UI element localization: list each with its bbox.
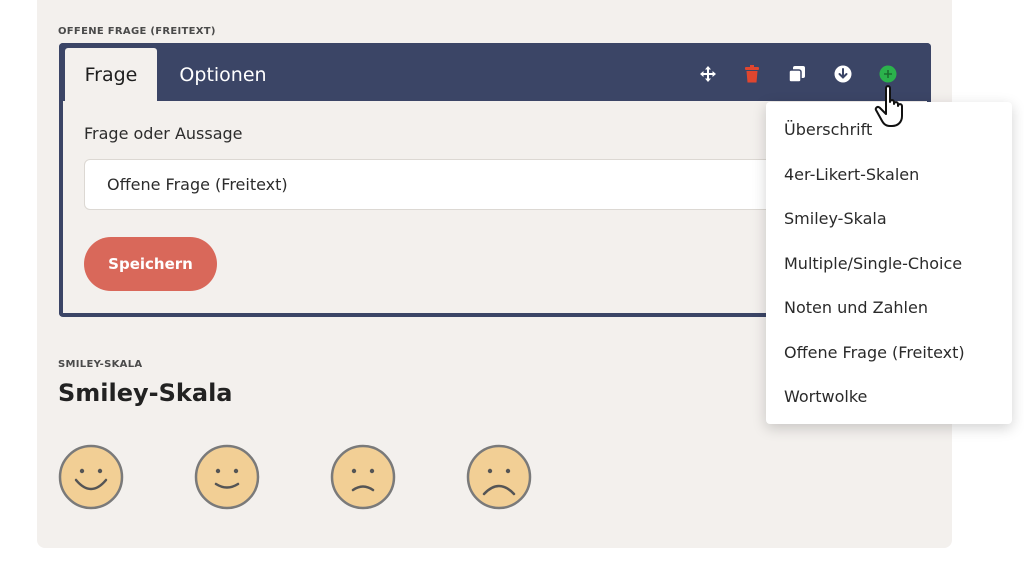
- save-button[interactable]: Speichern: [84, 237, 217, 291]
- tab-optionen[interactable]: Optionen: [163, 48, 283, 101]
- move-icon[interactable]: [699, 65, 717, 83]
- download-icon[interactable]: [834, 65, 852, 83]
- menu-item-noten[interactable]: Noten und Zahlen: [784, 298, 928, 317]
- menu-item-ueberschrift[interactable]: Überschrift: [784, 120, 872, 139]
- menu-item-smiley[interactable]: Smiley-Skala: [784, 209, 887, 228]
- menu-item-freitext[interactable]: Offene Frage (Freitext): [784, 343, 965, 362]
- very-happy-face-icon: [58, 444, 124, 510]
- question-field-label: Frage oder Aussage: [84, 124, 243, 143]
- sad-face-icon: [330, 444, 396, 510]
- question-type-label-smiley: SMILEY-SKALA: [58, 359, 143, 370]
- duplicate-icon[interactable]: [788, 65, 806, 83]
- add-question-menu: Überschrift 4er-Likert-Skalen Smiley-Ska…: [766, 102, 1012, 424]
- editor-toolbar: Frage Optionen: [59, 43, 931, 101]
- happy-face-icon: [194, 444, 260, 510]
- trash-icon[interactable]: [743, 65, 761, 83]
- question-title: Smiley-Skala: [58, 379, 233, 407]
- question-text-input[interactable]: Offene Frage (Freitext): [84, 159, 804, 210]
- hand-cursor-icon: [874, 85, 903, 127]
- menu-item-likert[interactable]: 4er-Likert-Skalen: [784, 165, 919, 184]
- very-sad-face-icon: [466, 444, 532, 510]
- add-icon[interactable]: [879, 65, 897, 83]
- tab-frage[interactable]: Frage: [65, 48, 157, 101]
- menu-item-choice[interactable]: Multiple/Single-Choice: [784, 254, 962, 273]
- menu-item-wortwolke[interactable]: Wortwolke: [784, 387, 867, 406]
- question-type-label: OFFENE FRAGE (FREITEXT): [58, 26, 216, 37]
